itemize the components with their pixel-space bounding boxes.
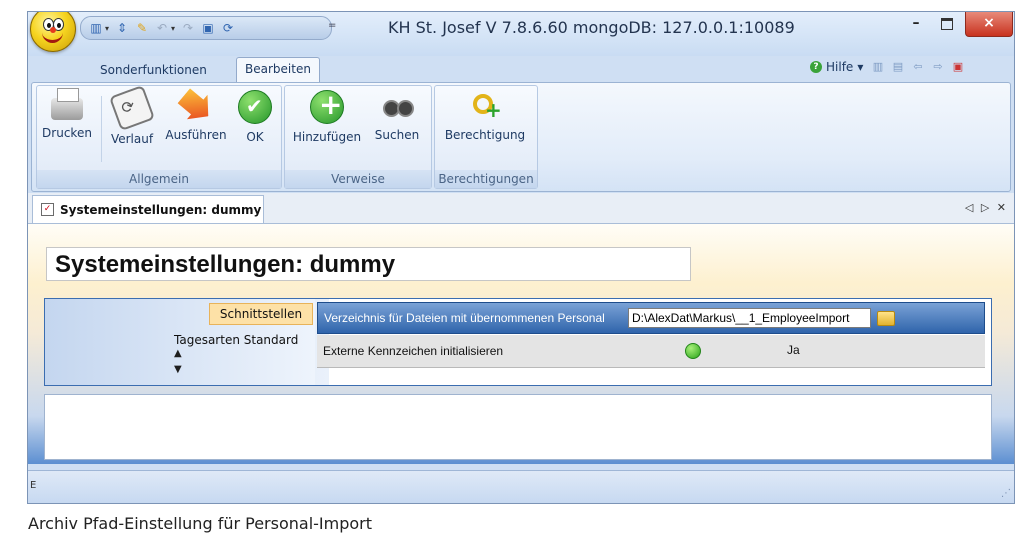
tile-horizontal-icon[interactable]: ▤ [891, 60, 905, 74]
maximize-button[interactable] [932, 12, 962, 36]
checkmark-icon [238, 90, 272, 124]
document-tab-label: Systemeinstellungen: dummy [60, 202, 262, 217]
status-indicator-icon [685, 343, 701, 359]
application-window: ▥ ▾ ⇕ ✎ ↶ ▾ ↷ ▣ ⟳ = KH St. Josef V 7.8.6.6… [27, 11, 1015, 504]
save-icon[interactable]: ▣ [201, 21, 215, 35]
history-icon [108, 84, 156, 132]
directory-path-field[interactable]: D:\AlexDat\Markus\__1_EmployeeImport [628, 308, 871, 328]
help-menu[interactable]: ? Hilfe ▾ [810, 60, 863, 74]
dropdown-icon[interactable]: ▾ [105, 24, 109, 33]
customize-quick-access-icon[interactable]: = [328, 20, 336, 31]
sort-icon[interactable]: ⇕ [115, 21, 129, 35]
table-row[interactable]: Externe Kennzeichen initialisieren Ja [317, 335, 985, 368]
settings-panel: Schnittstellen Tagesarten Standard ▲ ▼ V… [44, 298, 992, 386]
scroll-down-icon[interactable]: ▼ [174, 364, 182, 375]
maximize-icon [941, 18, 953, 30]
arrow-right-icon[interactable]: ⇨ [931, 60, 945, 74]
berechtigung-label: Berechtigung [444, 128, 526, 142]
group-allgemein: Drucken Verlauf Ausführen OK Allgemein [36, 85, 282, 189]
menu-item-schnittstellen[interactable]: Schnittstellen [209, 303, 313, 325]
hinzufuegen-label: Hinzufügen [292, 130, 362, 144]
wand-icon[interactable]: ✎ [135, 21, 149, 35]
menu-item-tagesarten[interactable]: Tagesarten Standard [174, 333, 298, 347]
printer-icon [51, 88, 83, 120]
group-label-berechtigungen: Berechtigungen [435, 170, 537, 188]
verlauf-button[interactable]: Verlauf [105, 84, 159, 146]
application-menu-button[interactable] [30, 12, 76, 52]
group-label-allgemein: Allgemein [37, 170, 281, 188]
title-bar: ▥ ▾ ⇕ ✎ ↶ ▾ ↷ ▣ ⟳ = KH St. Josef V 7.8.6.6… [28, 12, 1014, 56]
dropdown-icon: ▾ [857, 60, 864, 74]
tab-sonderfunktionen[interactable]: Sonderfunktionen [92, 59, 215, 81]
key-add-icon [469, 90, 502, 122]
help-icon: ? [810, 61, 822, 73]
drucken-label: Drucken [42, 126, 92, 140]
ok-label: OK [246, 130, 264, 144]
notes-field[interactable] [44, 394, 992, 460]
add-icon [310, 88, 344, 124]
group-label-verweise: Verweise [285, 170, 431, 188]
status-text: E [30, 480, 37, 491]
panel-icon[interactable]: ▥ [89, 21, 103, 35]
verlauf-label: Verlauf [110, 132, 154, 146]
separator [101, 96, 102, 162]
group-berechtigungen: Berechtigung Berechtigungen [434, 85, 538, 189]
help-label: Hilfe [826, 60, 854, 74]
checkbox-icon: ✓ [41, 203, 54, 216]
undo-icon[interactable]: ↶ [155, 21, 169, 35]
berechtigung-button[interactable]: Berechtigung [437, 90, 533, 142]
setting-value[interactable]: Ja [787, 343, 800, 357]
page-title: Systemeinstellungen: dummy [46, 247, 691, 281]
binoculars-icon [381, 90, 414, 122]
ok-button[interactable]: OK [235, 90, 275, 144]
image-caption: Archiv Pfad-Einstellung für Personal-Imp… [28, 514, 373, 533]
suchen-label: Suchen [374, 128, 420, 142]
group-verweise: Hinzufügen Suchen Verweise [284, 85, 432, 189]
ausfuehren-label: Ausführen [165, 128, 227, 142]
document-nav-controls[interactable]: ◁ ▷ ✕ [965, 201, 1008, 214]
drucken-button[interactable]: Drucken [39, 88, 95, 140]
document-tab[interactable]: ✓ Systemeinstellungen: dummy [32, 195, 264, 223]
tab-bearbeiten[interactable]: Bearbeiten [236, 57, 320, 82]
folder-browse-icon[interactable] [877, 310, 895, 326]
window-title: KH St. Josef V 7.8.6.60 mongoDB: 127.0.0… [388, 18, 795, 37]
setting-caption: Externe Kennzeichen initialisieren [323, 344, 504, 358]
category-menu: Schnittstellen Tagesarten Standard ▲ ▼ [45, 299, 315, 385]
table-row[interactable]: Verzeichnis für Dateien mit übernommenen… [317, 302, 985, 334]
tile-vertical-icon[interactable]: ▥ [871, 60, 885, 74]
dropdown-icon[interactable]: ▾ [171, 24, 175, 33]
settings-grid: Verzeichnis für Dateien mit übernommenen… [317, 302, 985, 382]
arrow-left-icon[interactable]: ⇦ [911, 60, 925, 74]
content-area: Systemeinstellungen: dummy Schnittstelle… [28, 224, 1014, 464]
quick-access-toolbar: ▥ ▾ ⇕ ✎ ↶ ▾ ↷ ▣ ⟳ [80, 16, 332, 40]
ausfuehren-button[interactable]: Ausführen [161, 90, 231, 142]
minimize-button[interactable]: – [901, 12, 931, 36]
status-bar: E ⋰ [28, 470, 1014, 503]
resize-grip-icon[interactable]: ⋰ [1001, 488, 1011, 499]
execute-arrow-icon [173, 83, 218, 128]
ribbon: Drucken Verlauf Ausführen OK Allgemein H… [31, 82, 1011, 192]
suchen-button[interactable]: Suchen [369, 90, 425, 142]
redo-icon[interactable]: ↷ [181, 21, 195, 35]
window-layout-icons: ▥ ▤ ⇦ ⇨ ▣ [871, 60, 965, 74]
smiley-mouth-icon [42, 32, 63, 43]
hinzufuegen-button[interactable]: Hinzufügen [287, 88, 367, 144]
scroll-up-icon[interactable]: ▲ [174, 348, 182, 359]
close-document-icon[interactable]: ▣ [951, 60, 965, 74]
setting-caption: Verzeichnis für Dateien mit übernommenen… [324, 311, 605, 325]
document-tab-strip: ✓ Systemeinstellungen: dummy ◁ ▷ ✕ [28, 193, 1014, 224]
close-button[interactable]: × [965, 12, 1013, 37]
refresh-icon[interactable]: ⟳ [221, 21, 235, 35]
